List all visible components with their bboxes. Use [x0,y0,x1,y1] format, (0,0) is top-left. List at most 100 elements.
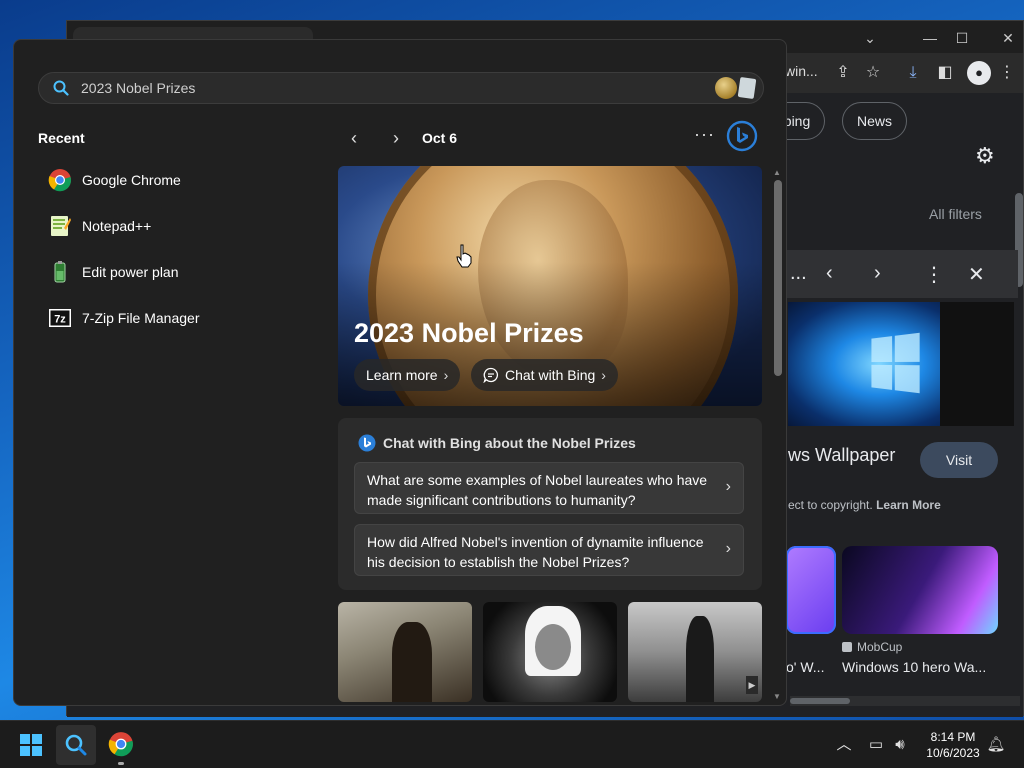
highlight-date: Oct 6 [422,130,458,146]
7zip-icon: 7z [49,309,71,327]
notepadpp-icon [51,216,71,236]
windows-logo-icon [871,332,920,394]
scroll-down-icon[interactable]: ▼ [772,692,782,701]
chevron-right-icon: › [443,367,449,383]
recent-item-7zip[interactable]: 7z 7-Zip File Manager [46,302,306,334]
hand-cursor-icon [456,244,472,268]
svg-text:7z: 7z [54,314,66,326]
omnibox-text[interactable]: win... [785,63,818,79]
news-chip[interactable]: News [842,102,908,140]
bookmark-star-icon[interactable]: ☆ [861,61,885,85]
close-window-icon[interactable]: ✕ [993,27,1023,49]
show-hidden-icons-chevron-icon[interactable]: ︿ [834,735,854,755]
scroll-up-icon[interactable]: ▲ [772,168,782,177]
chat-suggestion-1[interactable]: What are some examples of Nobel laureate… [354,462,744,514]
minimize-icon[interactable]: — [915,27,945,49]
chat-heading-text: Chat with Bing about the Nobel Prizes [383,435,636,451]
taskbar: ︿ ▭ 🔊︎ 8:14 PM 10/6/2023 🔔︎ [0,720,1024,768]
visit-button[interactable]: Visit [920,442,998,478]
face-figure [535,624,571,670]
chat-bubble-icon [483,367,499,384]
horizontal-scrollbar[interactable] [790,696,1020,706]
settings-gear-icon[interactable]: ⚙ [975,143,995,169]
panel-scrollbar-thumb[interactable] [774,180,782,376]
search-input[interactable] [81,73,701,103]
maximize-icon[interactable]: ☐ [947,27,977,49]
wallpaper-title: ws Wallpaper [788,445,896,465]
laureate-photo-3[interactable]: ▶ [628,602,762,702]
suggestion-text: How did Alfred Nobel's invention of dyna… [367,534,704,570]
download-icon[interactable]: ⤓ [901,61,925,85]
recent-item-label: Notepad++ [82,218,152,234]
more-options-button[interactable]: ··· [694,124,715,145]
share-icon[interactable]: ⇪ [831,61,855,85]
network-icon[interactable]: ▭ [866,735,886,755]
chrome-menu-icon[interactable]: ⋮ [995,61,1019,85]
clock-time: 8:14 PM [930,730,976,744]
related-title[interactable]: Windows 10 hero Wa... [842,659,986,675]
bing-logo-icon [358,434,376,452]
laureate-photo-2[interactable] [483,602,617,702]
search-box[interactable] [38,72,764,104]
power-plan-battery-icon [54,261,66,283]
side-panel-icon[interactable]: ◧ [933,61,957,85]
bing-chat-logo-icon[interactable] [726,120,758,152]
related-title-left[interactable]: o' W... [786,659,824,675]
chevron-right-icon: › [725,540,731,557]
volume-icon[interactable]: 🔊︎ [890,735,910,755]
news-chip-label: News [857,113,893,129]
wallpaper-preview-image[interactable] [788,302,940,426]
clock-date: 10/6/2023 [926,746,980,760]
nobel-hero-card[interactable]: 2023 Nobel Prizes Learn more › Chat with … [338,166,762,406]
related-image-windows10[interactable] [842,546,998,634]
chevron-right-icon: › [725,478,731,495]
recent-heading: Recent [38,130,85,146]
recent-item-edit-power-plan[interactable]: Edit power plan [46,256,306,288]
chat-with-bing-label: Chat with Bing [505,367,596,383]
learn-more-button[interactable]: Learn more › [354,359,461,391]
related-source: MobCup [842,640,902,654]
recent-item-notepadpp[interactable]: Notepad++ [46,210,306,242]
highlights-content: 2023 Nobel Prizes Learn more › Chat with … [338,166,770,705]
chat-with-bing-button[interactable]: Chat with Bing › [471,359,618,391]
chat-suggestion-2[interactable]: How did Alfred Nobel's invention of dyna… [354,524,744,576]
recent-item-google-chrome[interactable]: Google Chrome [46,164,306,196]
all-filters-button[interactable]: All filters [929,206,982,222]
copyright-learn-more-link[interactable]: Learn More [876,498,941,512]
close-viewer-icon[interactable]: ✕ [968,262,985,287]
search-icon [65,734,87,756]
previous-day-button[interactable]: ‹ [342,126,366,150]
start-windows-icon[interactable] [20,734,42,756]
seated-man-figure [392,622,432,702]
taskbar-search-button[interactable] [56,725,96,765]
recent-item-label: 7-Zip File Manager [82,310,200,326]
laureate-photo-1[interactable] [338,602,472,702]
ellipsis-fragment: ... [790,262,807,284]
carousel-next-icon[interactable]: ▶ [746,676,758,694]
notification-bell-icon[interactable]: 🔔︎ [986,735,1006,755]
windows-search-panel: Recent Google Chrome Notepad++ Edit powe… [13,39,787,706]
document-thumbnail-icon[interactable] [737,76,757,100]
more-options-icon[interactable]: ⋮ [924,262,944,287]
prev-image-icon[interactable]: ‹ [826,262,833,285]
profile-avatar-icon[interactable]: ● [967,61,991,85]
learn-more-label: Learn more [366,367,438,383]
hero-title: 2023 Nobel Prizes [354,318,584,348]
recent-item-label: Google Chrome [82,172,181,188]
chat-with-bing-card: Chat with Bing about the Nobel Prizes Wh… [338,418,762,590]
tab-search-chevron-icon[interactable]: ⌄ [855,27,885,49]
next-image-icon[interactable]: › [874,262,881,285]
recent-item-label: Edit power plan [82,264,179,280]
preview-dark-area [940,302,1014,426]
copyright-text: ect to copyright. [788,498,873,512]
google-chrome-icon [48,169,72,192]
next-day-button[interactable]: › [384,126,408,150]
nobel-medal-thumbnail-icon[interactable] [715,77,737,99]
image-viewer-toolbar: ... ‹ › ⋮ ✕ [786,250,1018,298]
taskbar-clock[interactable]: 8:14 PM 10/6/2023 [920,729,986,761]
chevron-right-icon: › [601,367,606,383]
taskbar-chrome-icon[interactable] [108,731,134,757]
related-image-left[interactable] [786,546,836,634]
running-indicator [118,762,124,765]
copyright-notice: ect to copyright. Learn More [788,498,941,512]
